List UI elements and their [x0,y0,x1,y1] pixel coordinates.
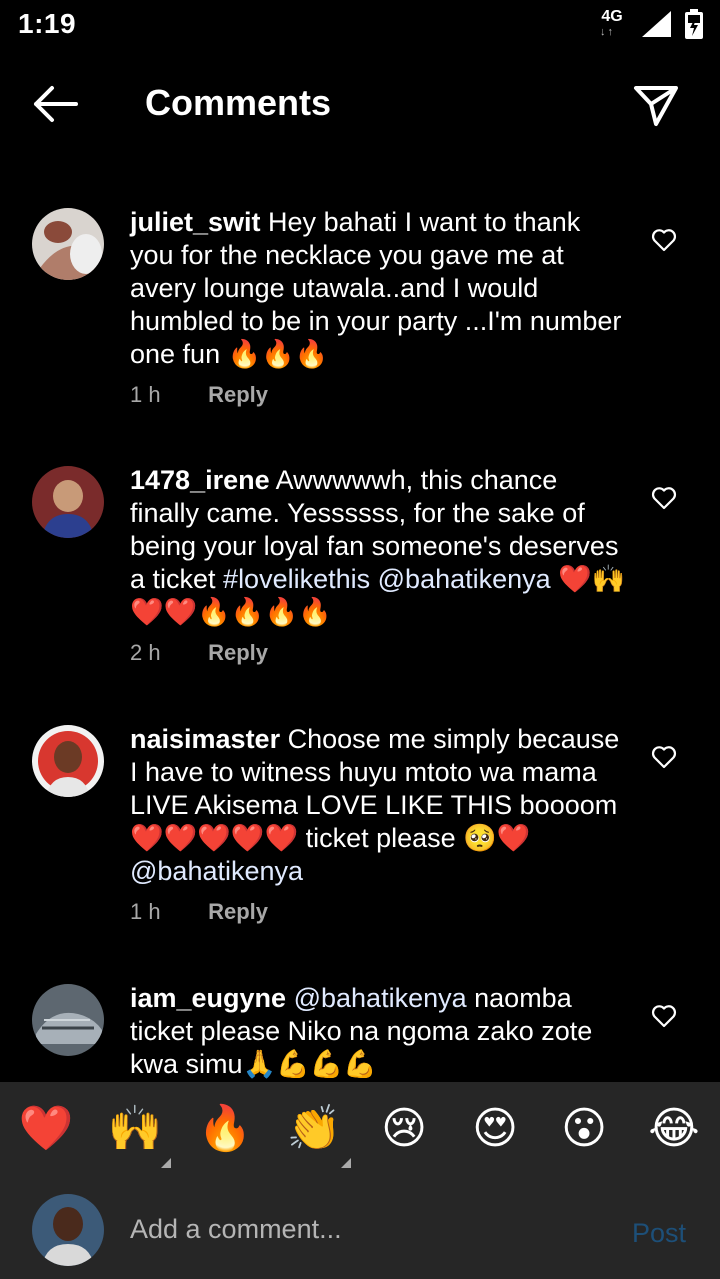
comment-meta: 2 h Reply [130,640,268,666]
emoji-bar: ❤️ 🙌 🔥 👏 😢 😍 😮 😂 [0,1082,720,1180]
emoji-surprised-face[interactable]: 😮 [556,1104,612,1154]
network-activity-icon: ↓↑ [600,26,615,38]
avatar[interactable] [32,208,104,280]
network-type: 4G [601,8,623,25]
signal-icon [642,11,671,37]
comment-time: 2 h [130,640,161,665]
heart-icon[interactable] [651,745,677,769]
emoji-crying-face[interactable]: 😢 [376,1104,432,1154]
avatar[interactable] [32,725,104,797]
reply-button[interactable]: Reply [208,640,268,665]
emoji-clapping-hands[interactable]: 👏 [286,1104,342,1154]
status-bar: 1:19 4G ↓↑ [0,0,720,50]
mention-link[interactable]: @bahatikenya [378,564,551,594]
skin-tone-indicator-icon [161,1158,171,1168]
comment-text: iam_eugyne @bahatikenya naomba ticket pl… [130,982,630,1081]
mention-link[interactable]: @bahatikenya [294,983,467,1013]
heart-icon[interactable] [651,228,677,252]
comment-text: naisimaster Choose me simply because I h… [130,723,630,888]
comment-meta: 1 h Reply [130,899,268,925]
paper-plane-icon[interactable] [632,82,680,128]
comment-meta: 1 h Reply [130,382,268,408]
emoji-raising-hands[interactable]: 🙌 [107,1104,163,1154]
avatar[interactable] [32,466,104,538]
comment-composer: Post [0,1180,720,1279]
page-title: Comments [145,82,332,123]
comment-username[interactable]: juliet_swit [130,207,261,237]
heart-icon[interactable] [651,486,677,510]
comment-username[interactable]: iam_eugyne [130,983,286,1013]
header: Comments [0,60,720,150]
mention-link[interactable]: @bahatikenya [130,856,303,886]
heart-icon[interactable] [651,1004,677,1028]
comment-text: juliet_swit Hey bahati I want to thank y… [130,206,630,371]
hashtag-link[interactable]: #lovelikethis [223,564,370,594]
emoji-tears-of-joy[interactable]: 😂 [646,1104,702,1154]
comment-username[interactable]: 1478_irene [130,465,270,495]
comments-list[interactable]: juliet_swit Hey bahati I want to thank y… [0,150,720,1082]
avatar[interactable] [32,1194,104,1266]
comment-username[interactable]: naisimaster [130,724,280,754]
comment-text: 1478_irene Awwwwwh, this chance finally … [130,464,630,629]
emoji-heart-eyes[interactable]: 😍 [467,1104,523,1154]
battery-charging-icon [685,9,703,39]
comment-time: 1 h [130,382,161,407]
emoji-heart[interactable]: ❤️ [18,1104,74,1154]
post-button[interactable]: Post [632,1218,686,1249]
comment-time: 1 h [130,899,161,924]
avatar[interactable] [32,984,104,1056]
reply-button[interactable]: Reply [208,382,268,407]
reply-button[interactable]: Reply [208,899,268,924]
status-time: 1:19 [18,8,77,39]
arrow-left-icon[interactable] [30,84,80,124]
emoji-fire[interactable]: 🔥 [197,1104,253,1154]
comment-input[interactable] [130,1206,610,1252]
skin-tone-indicator-icon [341,1158,351,1168]
